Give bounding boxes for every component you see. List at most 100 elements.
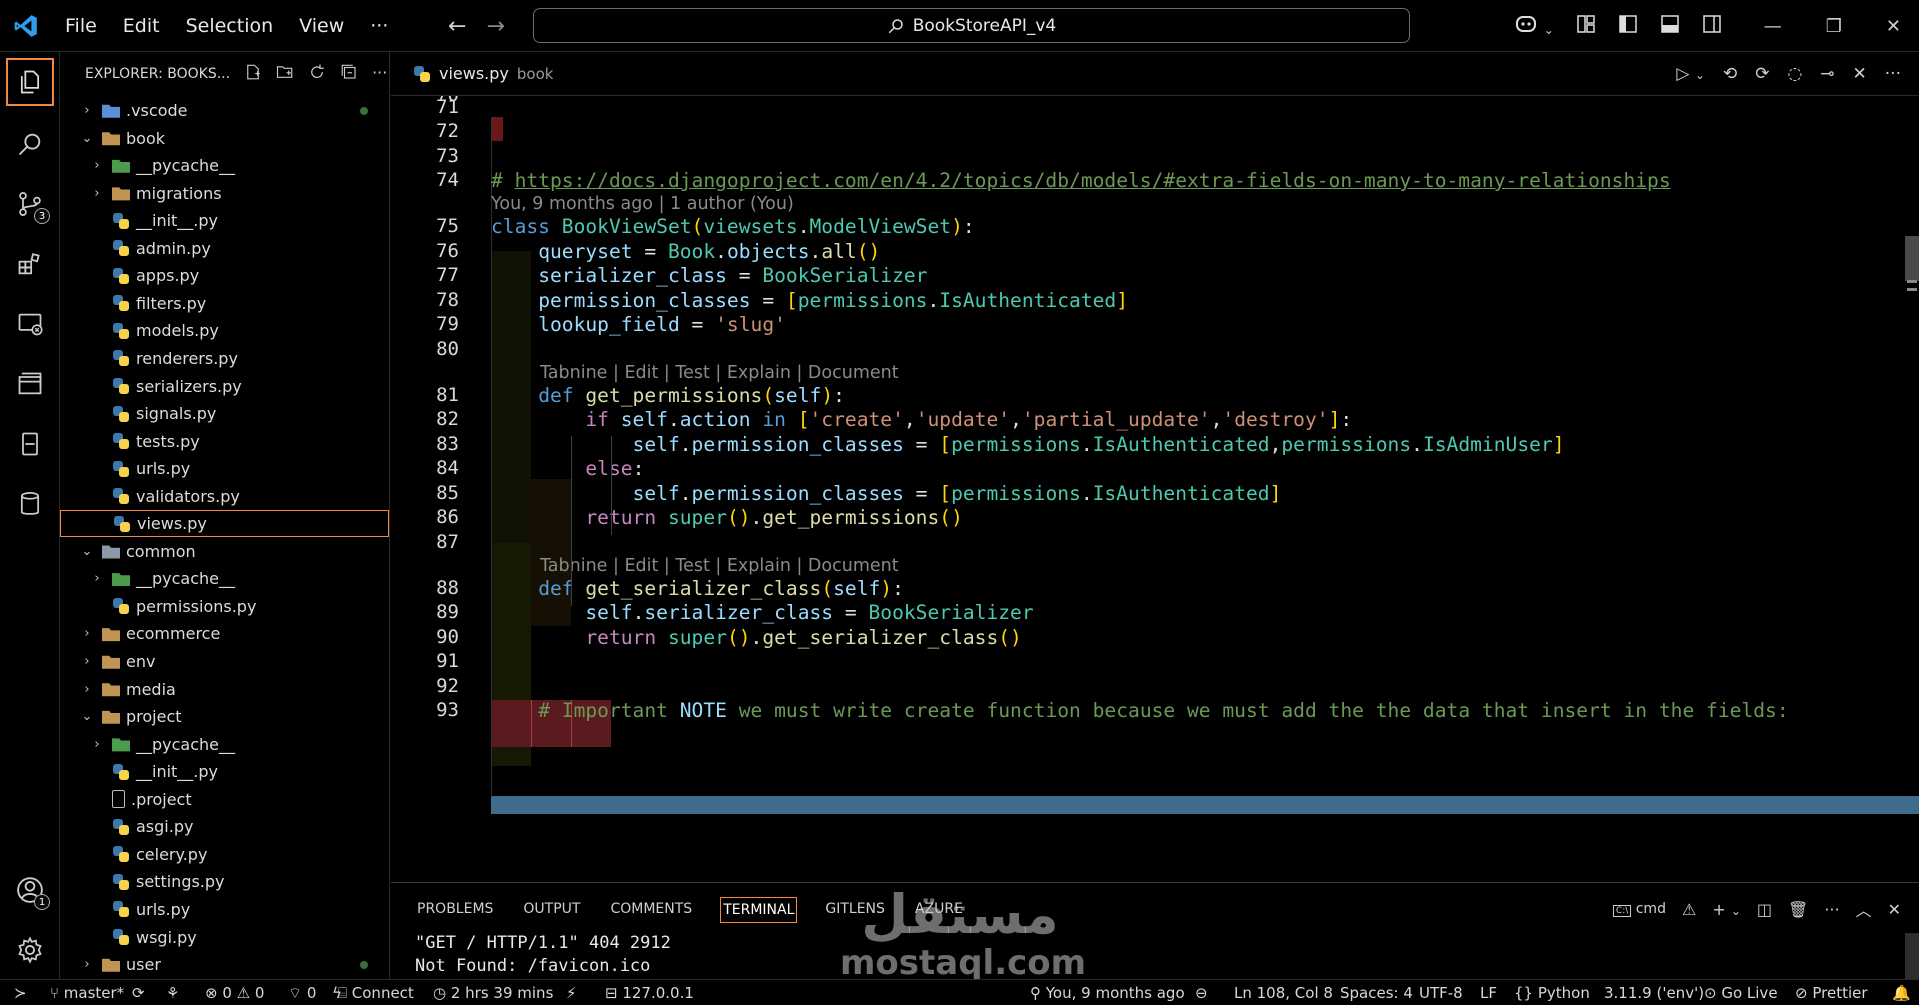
code-line[interactable]: def get_permissions(self): [491, 384, 845, 407]
explorer-item[interactable]: › user [60, 951, 390, 978]
customize-layout-icon[interactable] [1576, 14, 1596, 39]
explorer-item[interactable]: urls.py [60, 896, 390, 923]
terminal-scrollbar[interactable] [1905, 933, 1919, 980]
language-mode[interactable]: {} Python [1514, 984, 1590, 1002]
host-indicator[interactable]: ⊟ 127.0.0.1 [605, 984, 694, 1002]
menu-more[interactable]: ··· [357, 15, 401, 37]
previous-change-icon[interactable]: ◌ [1787, 64, 1802, 84]
git-blame-annotation[interactable]: You, 9 months ago | 1 author (You) [491, 194, 794, 214]
search-icon[interactable] [0, 116, 60, 172]
explorer-item[interactable]: wsgi.py [60, 924, 390, 951]
code-line[interactable]: queryset = Book.objects.all() [491, 240, 880, 263]
close-panel-icon[interactable]: ✕ [1888, 900, 1901, 919]
explorer-item[interactable]: asgi.py [60, 813, 390, 840]
menu-file[interactable]: File [52, 15, 110, 37]
explorer-item[interactable]: permissions.py [60, 593, 390, 620]
sync-icon[interactable]: ⟳ [132, 984, 145, 1002]
run-icon[interactable]: ▷ ⌄ [1676, 64, 1705, 84]
explorer-item[interactable]: views.py [60, 510, 389, 538]
settings-gear-icon[interactable] [0, 922, 60, 978]
code-lens-actions[interactable]: Tabnine | Edit | Test | Explain | Docume… [540, 363, 899, 383]
explorer-item[interactable]: .project [60, 786, 390, 813]
source-control-icon[interactable]: 3 [0, 176, 60, 232]
menu-view[interactable]: View [286, 15, 357, 37]
toggle-secondary-sidebar-icon[interactable] [1702, 14, 1722, 39]
time-tracker[interactable]: ◷ 2 hrs 39 mins [433, 984, 553, 1002]
more-actions-icon[interactable]: ··· [372, 63, 387, 85]
explorer-item[interactable]: settings.py [60, 868, 390, 895]
graph-icon[interactable]: ⚘ [166, 984, 179, 1002]
explorer-item[interactable]: apps.py [60, 262, 390, 289]
close-window-icon[interactable]: ✕ [1886, 16, 1901, 37]
problems-indicator[interactable]: ⊗ 0 ⚠ 0 [205, 984, 264, 1002]
terminal-shell[interactable]: C:\ cmd [1612, 901, 1666, 917]
kill-terminal-icon[interactable]: 🗑 [1788, 900, 1808, 919]
toggle-sidebar-icon[interactable] [1618, 14, 1638, 39]
forward-arrow-icon[interactable]: → [486, 14, 504, 39]
explorer-item[interactable]: › media [60, 676, 390, 703]
code-line[interactable]: return super().get_permissions() [491, 506, 963, 529]
toggle-panel-icon[interactable] [1660, 14, 1680, 39]
device-icon[interactable] [0, 416, 60, 472]
branch-indicator[interactable]: ⑂ master* [50, 984, 124, 1002]
split-terminal-icon[interactable]: ◫ [1757, 900, 1772, 919]
extensions-icon[interactable] [0, 236, 60, 292]
tab-azure[interactable]: AZURE [913, 897, 965, 923]
lightning-icon[interactable]: ⚡ [566, 984, 577, 1002]
explorer-icon[interactable] [6, 58, 54, 106]
explorer-item[interactable]: __init__.py [60, 758, 390, 785]
explorer-item[interactable]: › __pycache__ [60, 152, 390, 179]
code-line[interactable]: self.permission_classes = [permissions.I… [491, 482, 1282, 505]
code-line[interactable]: lookup_field = 'slug' [491, 313, 786, 336]
explorer-item[interactable]: ⌄ common [60, 538, 390, 565]
cursor-position[interactable]: Ln 108, Col 8 [1234, 984, 1333, 1002]
explorer-item[interactable]: renderers.py [60, 345, 390, 372]
explorer-item[interactable]: tests.py [60, 428, 390, 455]
code-line[interactable]: permission_classes = [permissions.IsAuth… [491, 289, 1128, 312]
code-line[interactable]: else: [491, 457, 644, 480]
code-line[interactable]: # https://docs.djangoproject.com/en/4.2/… [491, 169, 1671, 192]
restore-icon[interactable]: ❐ [1826, 16, 1842, 37]
explorer-item[interactable]: validators.py [60, 483, 390, 510]
code-line[interactable]: return super().get_serializer_class() [491, 626, 1021, 649]
command-center[interactable]: BookStoreAPI_v4 [533, 8, 1410, 43]
back-arrow-icon[interactable]: ← [448, 14, 466, 39]
more-editor-actions-icon[interactable]: ··· [1885, 64, 1901, 84]
explorer-item[interactable]: __init__.py [60, 207, 390, 234]
code-lens-actions[interactable]: Tabnine | Edit | Test | Explain | Docume… [540, 556, 899, 576]
accounts-icon[interactable]: 1 [0, 862, 60, 918]
prettier-indicator[interactable]: ⊘ Prettier [1795, 984, 1868, 1002]
explorer-item[interactable]: celery.py [60, 841, 390, 868]
tab-views-py[interactable]: views.py book [391, 64, 553, 83]
code-line[interactable]: def get_serializer_class(self): [491, 577, 904, 600]
explorer-item[interactable]: signals.py [60, 400, 390, 427]
blame-indicator[interactable]: ⚲ You, 9 months ago [1030, 984, 1185, 1002]
code-line[interactable]: if self.action in ['create','update','pa… [491, 408, 1352, 431]
new-folder-icon[interactable] [276, 63, 294, 85]
explorer-item[interactable]: serializers.py [60, 373, 390, 400]
go-live-button[interactable]: ⊙ Go Live [1704, 984, 1778, 1002]
remote-explorer-icon[interactable] [0, 296, 60, 352]
python-interpreter[interactable]: 3.11.9 ('env') [1604, 984, 1704, 1002]
connect-indicator[interactable]: ⌸ Connect [338, 984, 414, 1002]
code-line[interactable]: serializer_class = BookSerializer [491, 264, 927, 287]
new-terminal-icon[interactable]: + ⌄ [1712, 900, 1741, 919]
copilot-icon[interactable]: ⌄ [1514, 14, 1554, 39]
explorer-item[interactable]: › .vscode [60, 97, 390, 124]
explorer-item[interactable]: › __pycache__ [60, 731, 390, 758]
panel-more-icon[interactable]: ··· [1824, 900, 1839, 919]
encoding[interactable]: UTF-8 [1419, 984, 1463, 1002]
explorer-item[interactable]: › env [60, 648, 390, 675]
line-ending[interactable]: LF [1480, 984, 1497, 1002]
warning-icon[interactable]: ⚠ [1682, 900, 1696, 919]
explorer-item[interactable]: admin.py [60, 235, 390, 262]
explorer-item[interactable]: models.py [60, 317, 390, 344]
explorer-item[interactable]: ⌄ project [60, 703, 390, 730]
code-line[interactable]: class BookViewSet(viewsets.ModelViewSet)… [491, 215, 975, 238]
open-changes-icon[interactable]: ⟳ [1755, 64, 1769, 84]
code-line[interactable]: self.permission_classes = [permissions.I… [491, 433, 1565, 456]
menu-edit[interactable]: Edit [110, 15, 173, 37]
timeline-icon[interactable]: ⟲ [1723, 64, 1737, 84]
refresh-icon[interactable] [308, 63, 326, 85]
explorer-item[interactable]: › __pycache__ [60, 565, 390, 592]
